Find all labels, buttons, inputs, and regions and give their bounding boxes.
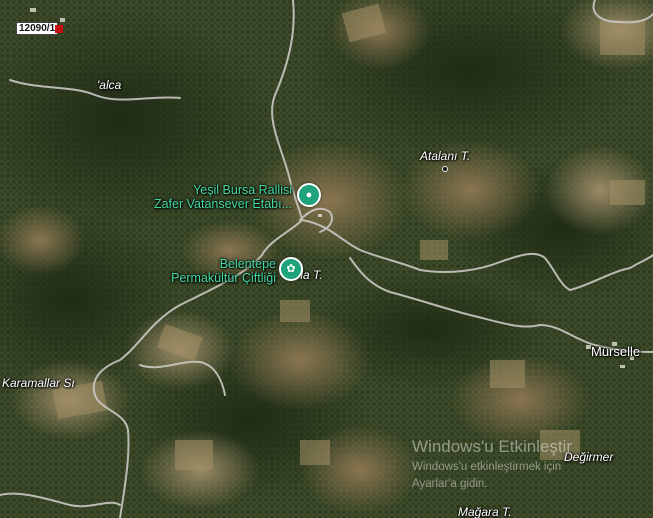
scale-chip: 12090/1: [16, 22, 64, 35]
activation-watermark: Windows'u Etkinleştir Windows'u etkinleş…: [412, 437, 572, 491]
poi-label-line: Belentepe: [219, 257, 276, 271]
poi-label-line: Yeşil Bursa Rallisi: [193, 183, 292, 197]
poi-marker-belentepe[interactable]: ✿: [279, 257, 303, 281]
peak-marker-icon: [442, 166, 448, 172]
poi-label-yesil-bursa[interactable]: Yeşil Bursa Rallisi Zafer Vatansever Eta…: [150, 183, 292, 211]
watermark-line: Ayarlar'a gidin.: [412, 478, 488, 490]
flower-icon: ✿: [286, 262, 296, 275]
place-label-magara[interactable]: Mağara T.: [458, 506, 512, 518]
watermark-line: Windows'u etkinleştirmek için: [412, 461, 562, 473]
watermark-title: Windows'u Etkinleştir: [412, 437, 573, 456]
place-label-murseller[interactable]: Mürselle: [591, 345, 640, 358]
place-label-alca[interactable]: 'alca: [97, 79, 121, 92]
place-label-karamallar[interactable]: Karamallar Sı: [2, 377, 75, 390]
poi-label-line: Zafer Vatansever Etabı...: [153, 197, 292, 211]
poi-label-line: Permakültür Çiftliği: [171, 271, 276, 285]
poi-marker-yesil-bursa[interactable]: ●: [297, 183, 321, 207]
location-circle-icon: ●: [305, 188, 313, 201]
chip-marker: [55, 25, 64, 33]
satellite-map[interactable]: 12090/1 'alca Atalanı T. /la T. Karamall…: [0, 0, 653, 518]
place-label-atalani[interactable]: Atalanı T.: [420, 150, 470, 163]
poi-label-belentepe[interactable]: Belentepe Permakültür Çiftliği: [140, 257, 276, 285]
